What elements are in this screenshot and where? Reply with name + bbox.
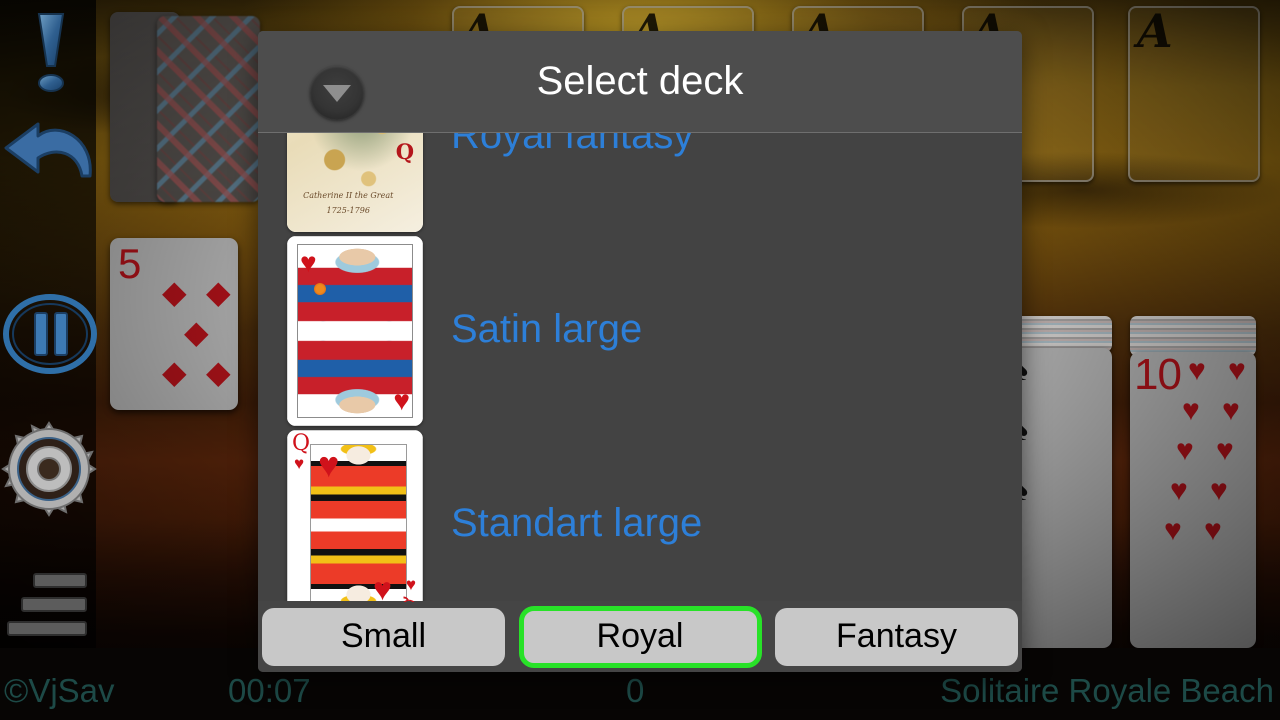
card-pip: ♥ <box>373 571 392 602</box>
deck-label: Standart large <box>451 501 703 545</box>
timer-label: 00:07 <box>228 672 311 709</box>
score-label: 0 <box>626 672 645 709</box>
card-corner-suit: ♥ <box>300 247 317 278</box>
list-item[interactable]: Catherine II the Great 1725-1796 ♥ Q Roy… <box>258 133 1022 234</box>
select-deck-dialog: Select deck Catherine II the Great 1725-… <box>258 31 1022 672</box>
satin-queen-hearts-card-art: ♥ ♥ <box>287 236 423 426</box>
deck-caption-line1: Catherine II the Great <box>303 190 394 200</box>
app-root: A A A A A 5 ◆ ◆ ◆ ◆ ◆ ♠ ♠ ♠ 10 ♥ ♥ ♥ ♥ ♥… <box>0 0 1280 720</box>
card-corner-rank: Q <box>292 431 311 456</box>
game-title-label: Solitaire Royale Beach <box>940 672 1274 709</box>
card-corner-rank: Q <box>395 138 414 164</box>
list-item[interactable]: Q ♥ ♥ ♥ ♥ Q Standart large <box>258 428 1022 602</box>
list-item[interactable]: ♥ ♥ Satin large <box>258 234 1022 428</box>
deck-category-royal-button[interactable]: Royal <box>518 605 762 668</box>
menu-button[interactable] <box>4 570 96 640</box>
card-corner-rank: Q <box>400 594 418 602</box>
deck-label: Royal fantasy <box>451 133 694 157</box>
hint-button[interactable] <box>22 8 80 104</box>
copyright-label: ©VjSav <box>4 672 115 709</box>
card-corner-suit: ♥ <box>405 575 416 594</box>
deck-thumbnail: ♥ ♥ <box>287 236 423 426</box>
deck-thumbnail: Q ♥ ♥ ♥ ♥ Q <box>287 430 423 602</box>
rose-decoration <box>314 283 326 295</box>
standard-queen-hearts-card-art: Q ♥ ♥ ♥ ♥ Q <box>287 430 423 602</box>
royal-catherine-card-art: Catherine II the Great 1725-1796 ♥ Q <box>287 133 423 232</box>
deck-label: Satin large <box>451 307 643 351</box>
card-corner-suit: ♥ <box>393 385 410 416</box>
deck-category-small-button[interactable]: Small <box>262 607 505 666</box>
deck-category-fantasy-button[interactable]: Fantasy <box>775 607 1018 666</box>
undo-button[interactable] <box>2 118 98 180</box>
deck-category-buttons: Small Royal Fantasy <box>258 601 1022 672</box>
card-pip: ♥ <box>318 444 340 485</box>
deck-caption-line2: 1725-1796 <box>326 206 370 216</box>
deck-list[interactable]: Catherine II the Great 1725-1796 ♥ Q Roy… <box>258 133 1022 602</box>
pause-button[interactable] <box>2 285 98 383</box>
dialog-title: Select deck <box>536 59 744 103</box>
dialog-header: Select deck <box>258 31 1022 133</box>
deck-thumbnail: Catherine II the Great 1725-1796 ♥ Q <box>287 133 423 232</box>
settings-gear-button[interactable] <box>0 420 98 518</box>
card-corner-suit: ♥ <box>294 454 305 473</box>
